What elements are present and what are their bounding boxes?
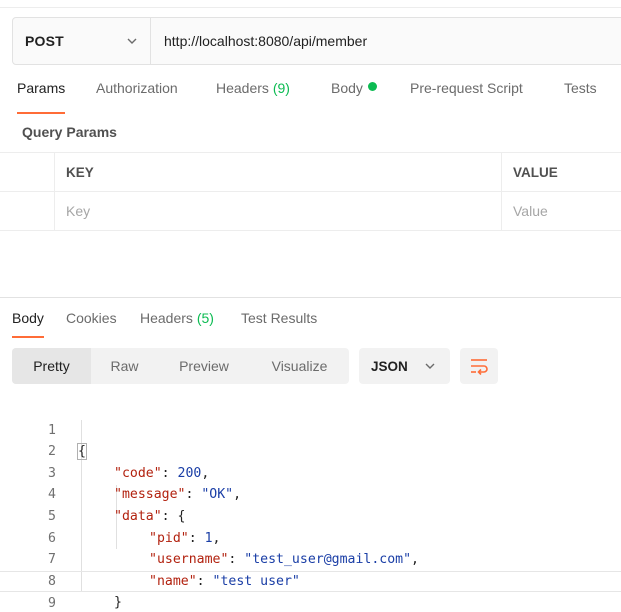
section-title: Query Params <box>22 124 117 140</box>
pane-divider[interactable] <box>0 297 621 298</box>
column-header-value: VALUE <box>513 164 558 180</box>
tab-label: Tests <box>564 80 597 96</box>
params-table: KEY VALUE Key Value <box>0 152 621 231</box>
tab-pre-request-script[interactable]: Pre-request Script <box>410 80 523 114</box>
code-line-current: 9 } <box>0 570 621 611</box>
view-mode-group: Pretty Raw Preview Visualize <box>12 348 349 384</box>
code-line: 8 } <box>0 549 621 611</box>
table-cell <box>0 153 55 191</box>
value-input[interactable]: Value <box>502 192 621 230</box>
view-preview-button[interactable]: Preview <box>158 348 250 384</box>
tab-body[interactable]: Body <box>331 80 377 114</box>
tab-tests[interactable]: Tests <box>564 80 597 114</box>
tab-label: Headers <box>216 80 269 96</box>
table-header-row: KEY VALUE <box>0 153 621 192</box>
table-row: Key Value <box>0 192 621 231</box>
column-header-key: KEY <box>55 153 502 191</box>
key-input[interactable]: Key <box>55 192 502 230</box>
code-line: 7 "name": "test user" <box>0 528 621 589</box>
method-select[interactable]: POST <box>13 18 151 64</box>
row-checkbox-cell <box>0 192 55 230</box>
code-line: 2 "code": 200, <box>0 420 621 481</box>
url-input[interactable] <box>151 18 621 64</box>
tab-headers[interactable]: Headers (9) <box>216 80 290 114</box>
wrap-lines-icon <box>471 359 488 375</box>
response-tab-test-results[interactable]: Test Results <box>241 310 317 338</box>
tab-label: Body <box>12 310 44 326</box>
tab-label: Authorization <box>96 80 178 96</box>
tab-label: Params <box>17 80 66 96</box>
tab-authorization[interactable]: Authorization <box>96 80 178 114</box>
tab-label: Test Results <box>241 310 318 326</box>
tab-count: (5) <box>196 310 214 326</box>
tab-params[interactable]: Params <box>17 80 66 114</box>
json-punctuation: } <box>114 595 122 611</box>
response-code-editor[interactable]: 1 { 2 "code": 200, 3 "message": "OK", 4 … <box>0 398 621 611</box>
code-line: 6 "username": "test_user@gmail.com", <box>0 506 621 568</box>
tab-label: Headers <box>140 310 193 326</box>
line-number: 9 <box>48 596 56 612</box>
view-visualize-button[interactable]: Visualize <box>250 348 349 384</box>
tab-label: Body <box>331 80 363 96</box>
request-bar: POST <box>12 17 621 65</box>
code-text: } <box>114 592 122 612</box>
response-tab-body[interactable]: Body <box>12 310 44 338</box>
response-tab-headers[interactable]: Headers (5) <box>140 310 214 338</box>
code-line: 3 "message": "OK", <box>0 441 621 503</box>
top-strip <box>0 0 621 8</box>
view-pretty-button[interactable]: Pretty <box>12 348 91 384</box>
method-label: POST <box>25 33 64 49</box>
view-raw-button[interactable]: Raw <box>91 348 158 384</box>
wrap-lines-button[interactable] <box>460 348 498 384</box>
tab-label: Pre-request Script <box>410 80 523 96</box>
tab-count: (9) <box>272 80 290 96</box>
response-tab-cookies[interactable]: Cookies <box>66 310 117 338</box>
code-line: 5 "pid": 1, <box>0 484 621 546</box>
chevron-down-icon <box>425 363 435 369</box>
chevron-down-icon <box>127 38 137 44</box>
status-dot-icon <box>367 82 377 91</box>
code-line: 1 { <box>0 398 621 461</box>
format-select[interactable]: JSON <box>359 348 450 384</box>
format-label: JSON <box>371 358 408 374</box>
code-line: 4 "data": { <box>0 463 621 524</box>
tab-label: Cookies <box>66 310 117 326</box>
